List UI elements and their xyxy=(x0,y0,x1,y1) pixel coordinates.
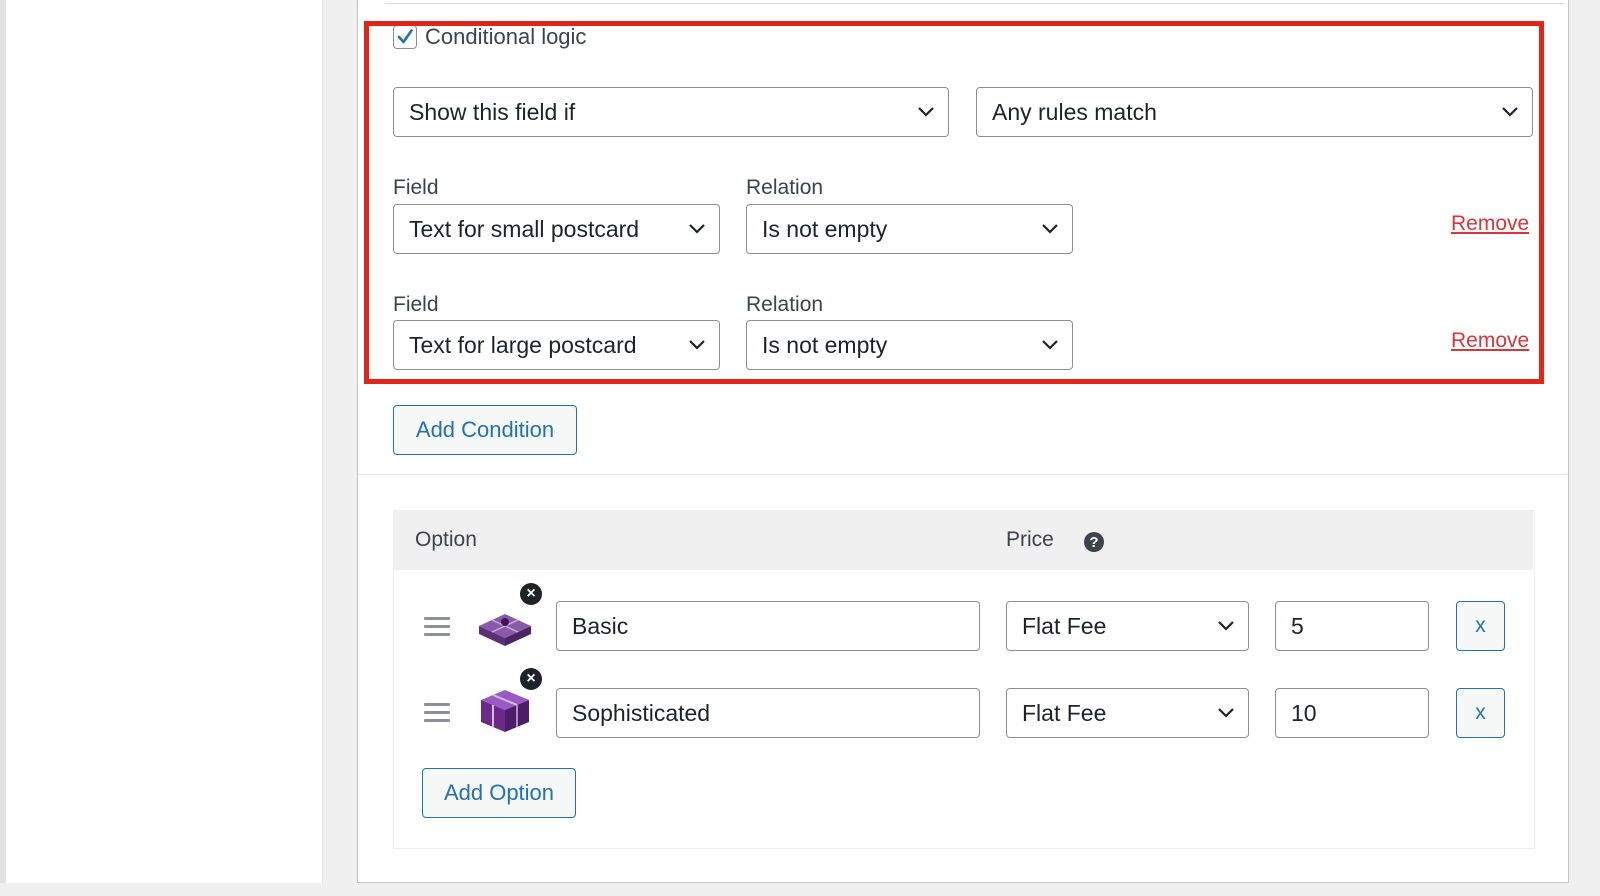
left-column xyxy=(0,0,323,896)
price-type-select[interactable]: Flat Fee xyxy=(1006,601,1249,651)
price-input[interactable] xyxy=(1275,601,1429,651)
add-condition-button[interactable]: Add Condition xyxy=(393,405,577,455)
help-icon[interactable]: ? xyxy=(1084,532,1104,552)
highlight-frame xyxy=(364,21,1544,384)
gift-box-purple-icon xyxy=(481,690,529,732)
drag-handle-icon[interactable] xyxy=(424,703,450,723)
option-name-input[interactable] xyxy=(556,601,980,651)
remove-image-icon[interactable]: × xyxy=(520,668,542,690)
remove-option-button[interactable]: x xyxy=(1456,601,1505,651)
chevron-down-icon xyxy=(1218,708,1234,718)
price-type-select[interactable]: Flat Fee xyxy=(1006,688,1249,738)
add-option-button[interactable]: Add Option xyxy=(422,768,576,818)
price-input[interactable] xyxy=(1275,688,1429,738)
remove-image-icon[interactable]: × xyxy=(520,583,542,605)
remove-option-button[interactable]: x xyxy=(1456,688,1505,738)
chevron-down-icon xyxy=(1218,621,1234,631)
page-bottom xyxy=(0,883,1600,896)
price-type-value: Flat Fee xyxy=(1022,699,1107,726)
drag-handle-icon[interactable] xyxy=(424,617,450,637)
price-column-header: Price xyxy=(1006,528,1054,551)
option-name-input[interactable] xyxy=(556,688,980,738)
top-separator xyxy=(385,3,1565,4)
left-edge xyxy=(0,0,6,896)
option-column-header: Option xyxy=(415,528,477,551)
gift-box-flat-icon xyxy=(479,614,531,646)
section-divider xyxy=(358,474,1567,475)
options-table-header xyxy=(393,510,1533,570)
price-type-value: Flat Fee xyxy=(1022,612,1107,639)
